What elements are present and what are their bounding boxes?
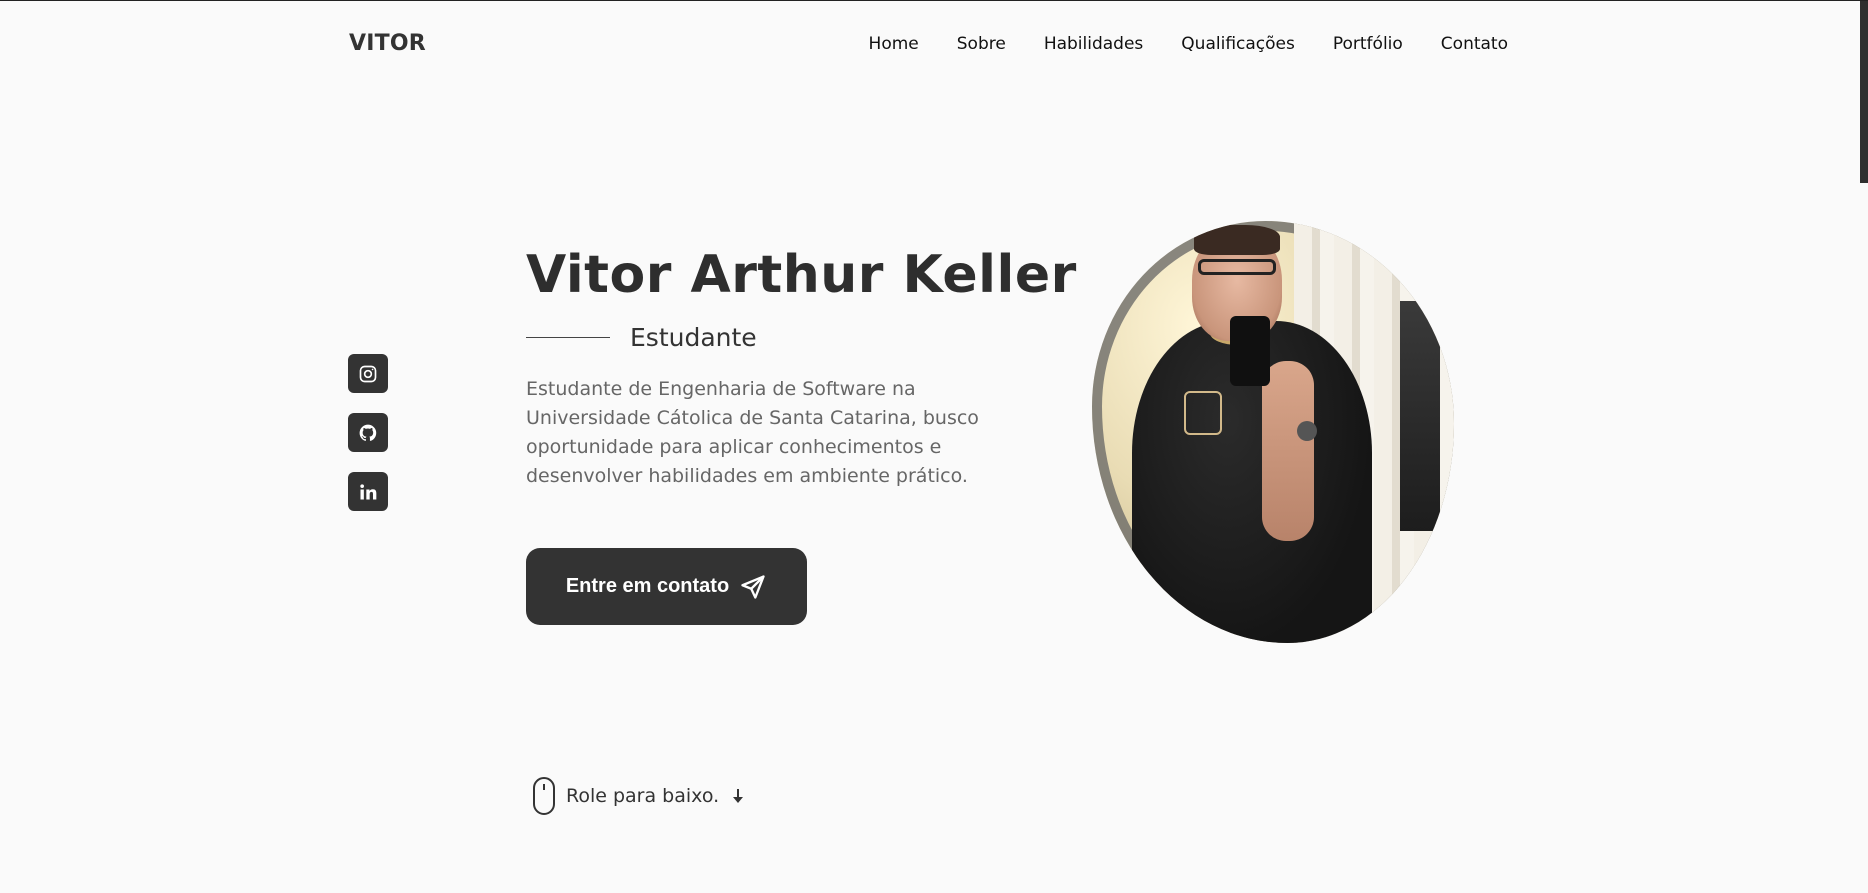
send-icon (741, 574, 765, 599)
mouse-icon (533, 777, 555, 815)
arrow-down-icon (733, 789, 744, 803)
nav-qualificacoes[interactable]: Qualificações (1181, 34, 1295, 54)
scrollbar-thumb[interactable] (1860, 1, 1868, 183)
github-link[interactable] (348, 413, 388, 452)
instagram-link[interactable] (348, 354, 388, 393)
nav-home[interactable]: Home (869, 34, 919, 54)
scroll-down-label: Role para baixo. (566, 785, 720, 807)
linkedin-icon (360, 483, 377, 499)
nav-sobre[interactable]: Sobre (957, 34, 1006, 54)
main-nav: Home Sobre Habilidades Qualificações Por… (831, 34, 1508, 54)
hero-description: Estudante de Engenharia de Software na U… (526, 378, 979, 487)
hero-role-row: Estudante (526, 323, 757, 352)
logo[interactable]: VITOR (349, 31, 426, 56)
linkedin-link[interactable] (348, 472, 388, 511)
social-links (348, 354, 388, 511)
hero-role: Estudante (630, 323, 757, 352)
scroll-down-link[interactable]: Role para baixo. (532, 776, 745, 816)
nav-portfolio[interactable]: Portfólio (1333, 34, 1403, 54)
contact-button[interactable]: Entre em contato (526, 548, 807, 625)
profile-photo (1092, 221, 1454, 643)
header: VITOR Home Sobre Habilidades Qualificaçõ… (0, 1, 1868, 89)
nav-habilidades[interactable]: Habilidades (1044, 34, 1143, 54)
instagram-icon (359, 365, 377, 382)
divider-line (526, 337, 610, 338)
github-icon (359, 424, 377, 441)
contact-button-label: Entre em contato (565, 575, 730, 597)
page-scrollbar[interactable] (1860, 1, 1868, 893)
hero-name: Vitor Arthur Keller (526, 245, 1077, 305)
nav-contato[interactable]: Contato (1441, 34, 1508, 54)
